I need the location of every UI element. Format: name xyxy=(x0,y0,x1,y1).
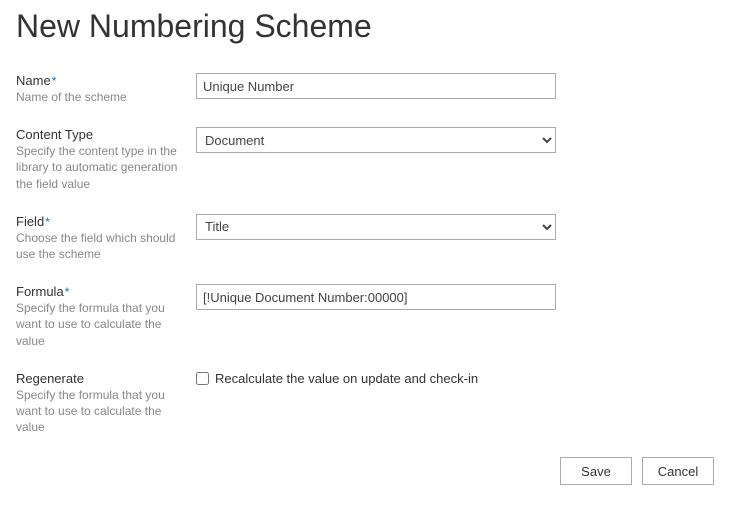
formula-row: Formula* Specify the formula that you wa… xyxy=(16,284,714,349)
content-type-description: Specify the content type in the library … xyxy=(16,143,184,192)
save-button[interactable]: Save xyxy=(560,457,632,485)
formula-input[interactable] xyxy=(196,284,556,310)
field-label: Field xyxy=(16,214,44,229)
button-row: Save Cancel xyxy=(16,457,714,485)
formula-description: Specify the formula that you want to use… xyxy=(16,300,184,349)
regenerate-label: Regenerate xyxy=(16,371,84,386)
page-title: New Numbering Scheme xyxy=(16,8,714,45)
content-type-label: Content Type xyxy=(16,127,93,142)
field-select[interactable]: Title xyxy=(196,214,556,240)
field-row: Field* Choose the field which should use… xyxy=(16,214,714,262)
required-asterisk: * xyxy=(65,285,70,299)
content-type-row: Content Type Specify the content type in… xyxy=(16,127,714,192)
required-asterisk: * xyxy=(52,74,57,88)
name-description: Name of the scheme xyxy=(16,89,184,105)
regenerate-checkbox-label: Recalculate the value on update and chec… xyxy=(215,371,478,386)
name-input[interactable] xyxy=(196,73,556,99)
content-type-select[interactable]: Document xyxy=(196,127,556,153)
required-asterisk: * xyxy=(45,215,50,229)
name-label: Name xyxy=(16,73,51,88)
name-row: Name* Name of the scheme xyxy=(16,73,714,105)
field-description: Choose the field which should use the sc… xyxy=(16,230,184,262)
formula-label: Formula xyxy=(16,284,64,299)
regenerate-row: Regenerate Specify the formula that you … xyxy=(16,371,714,436)
cancel-button[interactable]: Cancel xyxy=(642,457,714,485)
regenerate-description: Specify the formula that you want to use… xyxy=(16,387,184,436)
regenerate-checkbox[interactable] xyxy=(196,372,209,385)
